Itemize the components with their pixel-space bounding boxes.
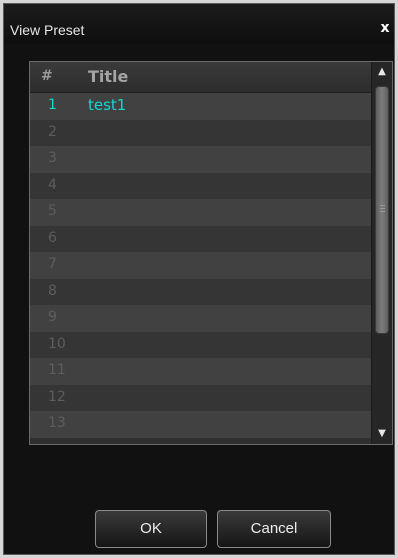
row-number: 5 — [48, 203, 57, 219]
row-number: 1 — [48, 97, 57, 113]
dialog-title: View Preset — [10, 22, 85, 38]
list-row[interactable]: 10 — [30, 331, 372, 358]
vertical-scrollbar[interactable]: ▲ ▼ — [371, 62, 392, 444]
row-number: 9 — [48, 309, 57, 325]
list-rows: 1 test1 2 3 4 5 6 7 8 9 10 11 12 13 — [30, 93, 372, 438]
list-row[interactable]: 8 — [30, 278, 372, 305]
view-preset-dialog: View Preset x # Title 1 test1 2 3 4 5 6 7 8 9 10 11… — [3, 3, 395, 555]
list-row[interactable]: 13 — [30, 411, 372, 438]
row-number: 8 — [48, 282, 57, 299]
close-button[interactable]: x — [378, 20, 392, 36]
row-number: 11 — [48, 362, 66, 378]
list-row[interactable]: 4 — [30, 172, 372, 199]
list-row[interactable]: 3 — [30, 146, 372, 173]
scroll-up-arrow-icon[interactable]: ▲ — [373, 62, 391, 82]
grip-icon — [380, 205, 385, 212]
column-header-title[interactable]: Title — [88, 67, 128, 86]
row-number: 6 — [48, 229, 57, 246]
row-number: 4 — [48, 176, 57, 193]
list-row[interactable]: 7 — [30, 252, 372, 279]
list-row[interactable]: 12 — [30, 384, 372, 411]
list-row[interactable]: 11 — [30, 358, 372, 385]
row-number: 12 — [48, 388, 66, 405]
row-number: 7 — [48, 256, 57, 272]
row-number: 10 — [48, 335, 66, 352]
cancel-button[interactable]: Cancel — [217, 510, 331, 548]
row-title: test1 — [88, 96, 127, 114]
row-number: 13 — [48, 415, 66, 431]
list-row[interactable]: 1 test1 — [30, 93, 372, 120]
column-header-number[interactable]: # — [41, 68, 53, 84]
list-header: # Title — [30, 62, 372, 93]
list-row[interactable]: 5 — [30, 199, 372, 226]
scroll-thumb[interactable] — [375, 86, 389, 334]
title-bar: View Preset x — [4, 4, 394, 44]
list-row[interactable]: 9 — [30, 305, 372, 332]
row-number: 2 — [48, 123, 57, 140]
scroll-down-arrow-icon[interactable]: ▼ — [373, 424, 391, 444]
ok-button[interactable]: OK — [95, 510, 207, 548]
row-number: 3 — [48, 150, 57, 166]
list-row[interactable]: 2 — [30, 119, 372, 146]
list-row[interactable]: 6 — [30, 225, 372, 252]
preset-list: # Title 1 test1 2 3 4 5 6 7 8 9 10 11 12 13 ▲ ▼ — [29, 61, 393, 445]
